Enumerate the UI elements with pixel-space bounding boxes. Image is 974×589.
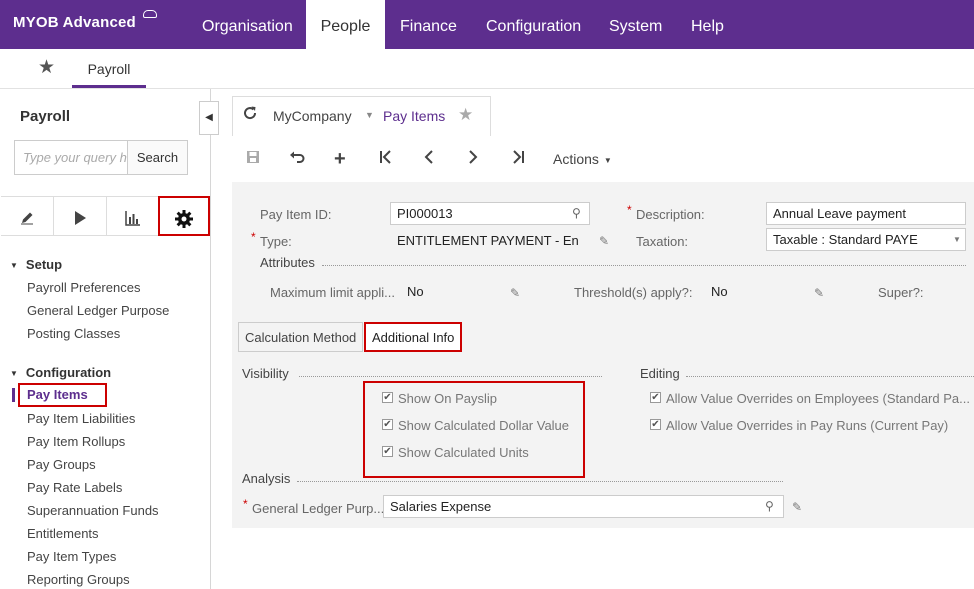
play-icon[interactable] [54,196,107,236]
section-divider [686,376,974,377]
allow-override-payruns-checkbox[interactable]: ✔ [650,419,661,430]
type-value: ENTITLEMENT PAYMENT - En [397,233,579,248]
section-divider [322,265,966,266]
breadcrumb [232,96,491,136]
max-limit-label: Maximum limit appli... [270,285,395,300]
search-icon[interactable]: ⚲ [765,499,774,513]
sidebar-search-input[interactable]: Type your query h [14,140,128,175]
sidebar-item-posting-classes[interactable]: Posting Classes [27,326,120,341]
sidebar-item-pay-item-rollups[interactable]: Pay Item Rollups [27,434,125,449]
sidebar-item-pay-item-types[interactable]: Pay Item Types [27,549,116,564]
search-icon[interactable]: ⚲ [572,206,581,220]
sidebar-item-general-ledger-purpose[interactable]: General Ledger Purpose [27,303,169,318]
subnav-tab-payroll[interactable]: Payroll [72,49,146,88]
required-asterisk: * [627,203,632,217]
chart-icon[interactable] [107,196,159,236]
gear-icon[interactable] [158,196,210,236]
previous-record-icon[interactable] [423,150,435,169]
save-icon[interactable] [246,150,260,169]
required-asterisk: * [243,497,248,511]
caret-down-icon[interactable]: ▼ [365,110,374,120]
show-units-checkbox[interactable]: ✔ [382,446,393,457]
sidebar-item-pay-rate-labels[interactable]: Pay Rate Labels [27,480,122,495]
required-asterisk: * [251,230,256,244]
taxation-select[interactable]: Taxable : Standard PAYE [766,228,966,251]
sidebar-item-superannuation-funds[interactable]: Superannuation Funds [27,503,159,518]
allow-override-employees-checkbox[interactable]: ✔ [650,392,661,403]
section-divider [297,481,783,482]
super-label: Super?: [878,285,924,300]
sidebar-item-pay-items[interactable]: Pay Items [18,383,107,407]
edit-pencil-icon[interactable]: ✎ [792,500,802,514]
last-record-icon[interactable] [511,150,525,169]
sidebar-group-setup[interactable]: ▼ Setup [10,257,62,272]
taxation-label: Taxation: [636,234,689,249]
sub-navigation-bar [0,49,974,89]
show-dollar-value-label: Show Calculated Dollar Value [398,418,570,433]
pencil-icon[interactable] [1,196,54,236]
description-field[interactable]: Annual Leave payment [766,202,966,225]
threshold-value: No [711,284,728,299]
caret-down-icon: ▼ [603,155,612,165]
nav-finance[interactable]: Finance [400,0,457,49]
gl-purpose-field[interactable]: Salaries Expense [383,495,784,518]
allow-override-employees-label: Allow Value Overrides on Employees (Stan… [666,391,970,406]
caret-down-icon: ▼ [10,261,18,271]
gl-purpose-label: General Ledger Purp... [252,501,385,516]
first-record-icon[interactable] [379,150,393,169]
refresh-icon[interactable] [242,105,258,124]
nav-people[interactable]: People [306,0,385,49]
edit-pencil-icon[interactable]: ✎ [599,234,609,248]
sidebar-item-pay-item-liabilities[interactable]: Pay Item Liabilities [27,411,135,426]
caret-down-icon: ▼ [10,369,18,379]
nav-help[interactable]: Help [691,0,724,49]
page-title: Pay Items [383,108,446,124]
sidebar-group-configuration[interactable]: ▼ Configuration [10,365,111,380]
threshold-label: Threshold(s) apply?: [574,285,693,300]
show-units-label: Show Calculated Units [398,445,529,460]
tab-additional-info[interactable]: Additional Info [364,322,463,352]
sidebar-item-pay-groups[interactable]: Pay Groups [27,457,96,472]
allow-override-payruns-label: Allow Value Overrides in Pay Runs (Curre… [666,418,949,433]
nav-configuration[interactable]: Configuration [486,0,581,49]
description-label: Description: [636,207,705,222]
tab-calculation-method[interactable]: Calculation Method [238,322,364,352]
favorites-star-icon[interactable]: ★ [38,58,55,78]
pay-item-id-field[interactable]: PI000013 [390,202,590,225]
edit-pencil-icon[interactable]: ✎ [510,286,520,300]
analysis-section-title: Analysis [242,471,291,486]
show-on-payslip-label: Show On Payslip [398,391,497,406]
caret-down-icon[interactable]: ▼ [953,235,961,244]
cloud-icon [143,10,157,18]
show-dollar-value-checkbox[interactable]: ✔ [382,419,393,430]
actions-menu[interactable]: Actions ▼ [553,151,612,167]
sidebar-item-payroll-preferences[interactable]: Payroll Preferences [27,280,140,295]
edit-pencil-icon[interactable]: ✎ [814,286,824,300]
sidebar-item-reporting-groups[interactable]: Reporting Groups [27,572,130,587]
editing-section-title: Editing [640,366,680,381]
next-record-icon[interactable] [467,150,479,169]
sidebar-item-entitlements[interactable]: Entitlements [27,526,99,541]
favorite-star-icon[interactable]: ★ [458,105,473,125]
attributes-section-title: Attributes [260,255,315,270]
add-icon[interactable]: + [334,149,346,169]
myob-logo[interactable]: MYOB Advanced [13,10,157,31]
sidebar-title: Payroll [20,108,71,125]
breadcrumb-company[interactable]: MyCompany [273,108,352,124]
max-limit-value: No [407,284,424,299]
type-label: Type: [260,234,292,249]
nav-organisation[interactable]: Organisation [202,0,293,49]
pay-item-id-label: Pay Item ID: [260,207,332,222]
nav-system[interactable]: System [609,0,662,49]
section-divider [299,376,602,377]
sidebar-search-button[interactable]: Search [127,140,188,175]
top-navigation-bar: MYOB Advanced Organisation People Financ… [0,0,974,49]
show-on-payslip-checkbox[interactable]: ✔ [382,392,393,403]
visibility-section-title: Visibility [242,366,289,381]
undo-icon[interactable] [289,150,305,169]
collapse-sidebar-icon[interactable]: ◀ [199,101,219,135]
active-item-marker [12,388,15,402]
